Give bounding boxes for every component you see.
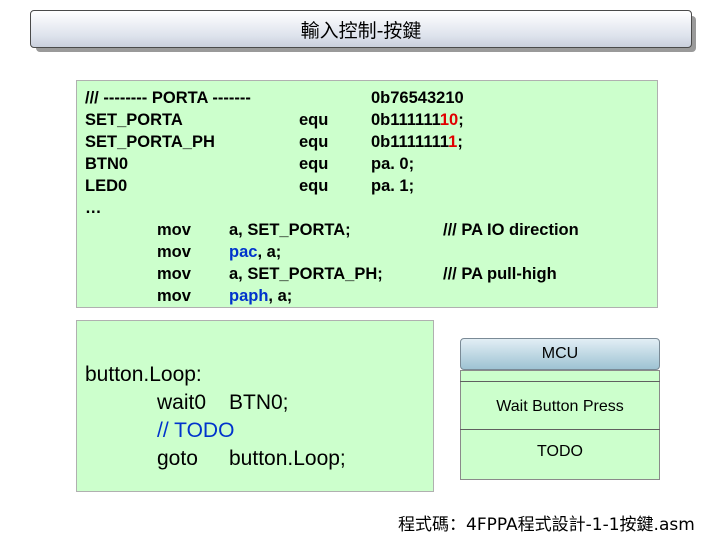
mcu-divider bbox=[460, 429, 660, 430]
loop-label: button.Loop: bbox=[85, 363, 202, 386]
def-value: pa. 0; bbox=[371, 155, 415, 173]
def-name: BTN0 bbox=[85, 155, 129, 173]
def-op: equ bbox=[299, 133, 329, 151]
mcu-step-wait: Wait Button Press bbox=[496, 398, 624, 415]
mcu-body bbox=[460, 370, 660, 480]
instr-args: a, SET_PORTA; bbox=[229, 221, 351, 239]
instr-args: a, SET_PORTA_PH; bbox=[229, 265, 383, 283]
def-value: 0b11111111; bbox=[371, 133, 463, 151]
button-loop-code-box: button.Loop: wait0 BTN0; // TODO goto bu… bbox=[76, 320, 434, 492]
def-op: equ bbox=[299, 155, 329, 173]
mcu-divider bbox=[460, 381, 660, 382]
def-name: SET_PORTA bbox=[85, 111, 183, 129]
def-name: LED0 bbox=[85, 177, 128, 195]
def-op: equ bbox=[299, 111, 329, 129]
instr-args: paph, a; bbox=[229, 287, 293, 305]
source-file-caption: 程式碼：4FPPA程式設計-1-1按鍵.asm bbox=[398, 515, 695, 535]
loop-wait-op: wait0 bbox=[157, 391, 207, 414]
instr-op: mov bbox=[157, 243, 191, 261]
loop-goto-arg: button.Loop; bbox=[229, 447, 346, 470]
instr-args: pac, a; bbox=[229, 243, 282, 261]
instr-comment: /// PA IO direction bbox=[443, 221, 579, 239]
bit-position-header: 0b76543210 bbox=[371, 89, 464, 107]
def-name: SET_PORTA_PH bbox=[85, 133, 215, 151]
ellipsis: … bbox=[85, 199, 102, 217]
mcu-header-label: MCU bbox=[541, 345, 579, 362]
definitions-code-box: /// -------- PORTA ------- 0b76543210 SE… bbox=[76, 80, 658, 308]
loop-todo-comment: // TODO bbox=[157, 419, 235, 442]
def-value: 0b11111110; bbox=[371, 111, 464, 129]
instr-op: mov bbox=[157, 221, 191, 239]
instr-comment: /// PA pull-high bbox=[443, 265, 557, 283]
mcu-step-todo: TODO bbox=[537, 443, 583, 460]
def-value: pa. 1; bbox=[371, 177, 415, 195]
instr-op: mov bbox=[157, 265, 191, 283]
slide-title: 輸入控制-按鍵 bbox=[30, 10, 692, 48]
mcu-header: MCU bbox=[460, 338, 660, 370]
porta-header-comment: /// -------- PORTA ------- bbox=[85, 89, 251, 107]
loop-wait-arg: BTN0; bbox=[229, 391, 289, 414]
loop-goto-op: goto bbox=[157, 447, 198, 470]
instr-op: mov bbox=[157, 287, 191, 305]
def-op: equ bbox=[299, 177, 329, 195]
